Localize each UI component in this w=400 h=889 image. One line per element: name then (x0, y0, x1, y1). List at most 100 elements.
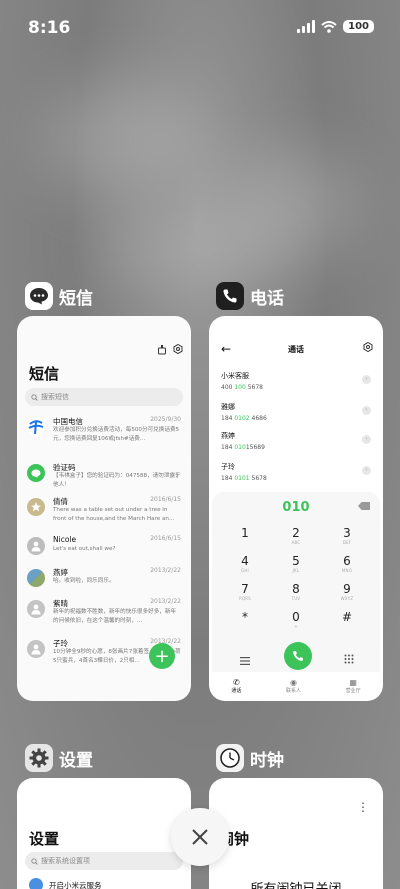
dial-key-3[interactable]: 3 DEF (327, 526, 367, 545)
close-icon (192, 829, 208, 845)
dial-key-star[interactable]: * (225, 610, 265, 624)
dialpad: 010 1 2 ABC 3 DEF 4 GHI 5 JKL 6 MNO 7 PQRS 8 TU… (212, 492, 380, 672)
phone-app-header[interactable]: 电话 (216, 282, 284, 310)
message-list-item[interactable]: 倩倩 2016/6/15 There was a table set out u… (25, 496, 185, 538)
settings-app-name: 设置 (59, 750, 93, 771)
clock-app-name: 时钟 (250, 750, 284, 771)
message-sender: Nicole (53, 535, 77, 544)
plus-icon: + (154, 645, 170, 667)
message-date: 2016/6/15 (150, 496, 181, 503)
message-date: 2025/9/30 (150, 416, 181, 423)
tab-service-hall[interactable]: ▦ 营业厅 (346, 672, 361, 701)
dial-key-0[interactable]: 0 + (276, 610, 316, 629)
clear-all-button[interactable] (171, 808, 229, 866)
contact-suggestion[interactable]: 小米客服 400 100 5678 › (221, 371, 371, 399)
sms-app-name: 短信 (59, 288, 93, 309)
settings-app-icon (25, 744, 53, 772)
settings-search-input[interactable]: 搜索系统设置项 (25, 852, 183, 870)
sms-search-input[interactable]: 搜索短信 (25, 388, 183, 406)
contact-suggestion[interactable]: 燕婷 184 01015689 › (221, 431, 371, 459)
contact-name: 子玲 (221, 463, 235, 471)
clean-icon[interactable] (157, 344, 167, 358)
tab-calls[interactable]: ✆ 通话 (231, 672, 241, 701)
message-date: 2016/6/15 (150, 535, 181, 542)
contact-detail-icon[interactable]: › (362, 435, 371, 444)
call-button[interactable] (284, 642, 312, 670)
battery-indicator: 100 (343, 20, 374, 33)
dialed-number: 010 (282, 500, 310, 515)
settings-app-card[interactable]: 设置 搜索系统设置项 开启小米云服务 (17, 778, 191, 889)
phone-bottom-nav: ✆ 通话 ◉ 联系人 ▦ 营业厅 (209, 672, 383, 701)
contact-number: 184 0102 4686 (221, 415, 267, 422)
dial-key-4[interactable]: 4 GHI (225, 554, 265, 573)
settings-page-title: 设置 (29, 830, 60, 848)
settings-row-cloud[interactable]: 开启小米云服务 (29, 878, 102, 889)
contacts-icon: ◉ (289, 678, 297, 687)
sms-app-card[interactable]: 短信 搜索短信 中国电信 2025/9/30 欢迎参加积分兑换话费活动，每500… (17, 316, 191, 701)
settings-search-placeholder: 搜索系统设置项 (41, 857, 90, 865)
contact-name: 小米客服 (221, 372, 249, 380)
phone-app-card[interactable]: ← 通话 小米客服 400 100 5678 › 雅娜 184 0102 468… (209, 316, 383, 701)
message-preview: 欢迎参加积分兑换话费活动，每500分可兑换话费5元，您换话费回复106或jfsh… (53, 427, 180, 442)
message-list-item[interactable]: 中国电信 2025/9/30 欢迎参加积分兑换话费活动，每500分可兑换话费5元… (25, 416, 185, 458)
person-icon (27, 600, 45, 618)
message-preview: 哈。收到啦，同乐同乐。 (53, 578, 115, 584)
chevron-right-icon[interactable]: › (175, 470, 179, 481)
clock-app-card[interactable]: ⋮ 闹钟 所有闹钟已关闭 (209, 778, 383, 889)
more-options-icon[interactable]: ⋮ (357, 800, 369, 814)
status-time: 8:16 (28, 18, 71, 38)
dial-key-1[interactable]: 1 (225, 526, 265, 540)
contact-suggestion[interactable]: 子玲 184 0101 5678 › (221, 462, 371, 490)
dial-key-5[interactable]: 5 JKL (276, 554, 316, 573)
clock-app-header[interactable]: 时钟 (216, 744, 284, 772)
message-date: 2013/2/22 (150, 598, 181, 605)
dial-key-8[interactable]: 8 TUV (276, 582, 316, 601)
chat-bubble-icon (27, 464, 45, 482)
avatar (27, 498, 45, 516)
contact-detail-icon[interactable]: › (362, 375, 371, 384)
person-icon (27, 537, 45, 555)
phone-app-name: 电话 (250, 288, 284, 309)
phone-icon: ✆ (232, 678, 240, 687)
cloud-icon (29, 878, 43, 889)
settings-app-header[interactable]: 设置 (25, 744, 93, 772)
menu-icon[interactable] (240, 650, 250, 669)
dial-key-hash[interactable]: # (327, 610, 367, 624)
clock-app-icon (216, 744, 244, 772)
dial-key-6[interactable]: 6 MNO (327, 554, 367, 573)
phone-app-icon (216, 282, 244, 310)
phone-icon (293, 651, 303, 661)
message-preview: Let's eat out,shall we? (53, 546, 116, 552)
keypad-grid-icon[interactable] (344, 649, 354, 668)
phone-page-title: 通话 (288, 345, 304, 354)
contact-number: 400 100 5678 (221, 384, 263, 391)
contact-number: 184 01015689 (221, 444, 265, 451)
store-icon: ▦ (349, 678, 357, 687)
search-icon (31, 857, 38, 865)
contact-detail-icon[interactable]: › (362, 406, 371, 415)
settings-icon[interactable] (363, 341, 373, 355)
settings-icon[interactable] (173, 343, 183, 358)
tab-contacts[interactable]: ◉ 联系人 (286, 672, 301, 701)
dial-key-9[interactable]: 9 WXYZ (327, 582, 367, 601)
person-icon (27, 640, 45, 658)
sms-app-header[interactable]: 短信 (25, 282, 93, 310)
contact-suggestion[interactable]: 雅娜 184 0102 4686 › (221, 402, 371, 430)
phone-header: ← 通话 (209, 341, 383, 358)
settings-row-label: 开启小米云服务 (49, 880, 102, 889)
status-icons: 100 (297, 20, 374, 33)
status-bar: 8:16 100 (0, 0, 400, 56)
wifi-icon (321, 20, 337, 33)
message-list-item[interactable]: 紫晴 2013/2/22 新年的祝福数不胜数，新年的快乐很多好多，新年的问候依旧… (25, 598, 185, 640)
dial-key-7[interactable]: 7 PQRS (225, 582, 265, 601)
search-icon (31, 393, 38, 401)
message-date: 2013/2/22 (150, 567, 181, 574)
contact-detail-icon[interactable]: › (362, 466, 371, 475)
alarms-empty-text: 所有闹钟已关闭 (209, 878, 383, 889)
sms-page-title: 短信 (29, 365, 60, 383)
contact-name: 雅娜 (221, 403, 235, 411)
sms-app-icon (25, 282, 53, 310)
sms-search-placeholder: 搜索短信 (41, 393, 69, 401)
dial-key-2[interactable]: 2 ABC (276, 526, 316, 545)
new-message-button[interactable]: + (149, 643, 175, 669)
